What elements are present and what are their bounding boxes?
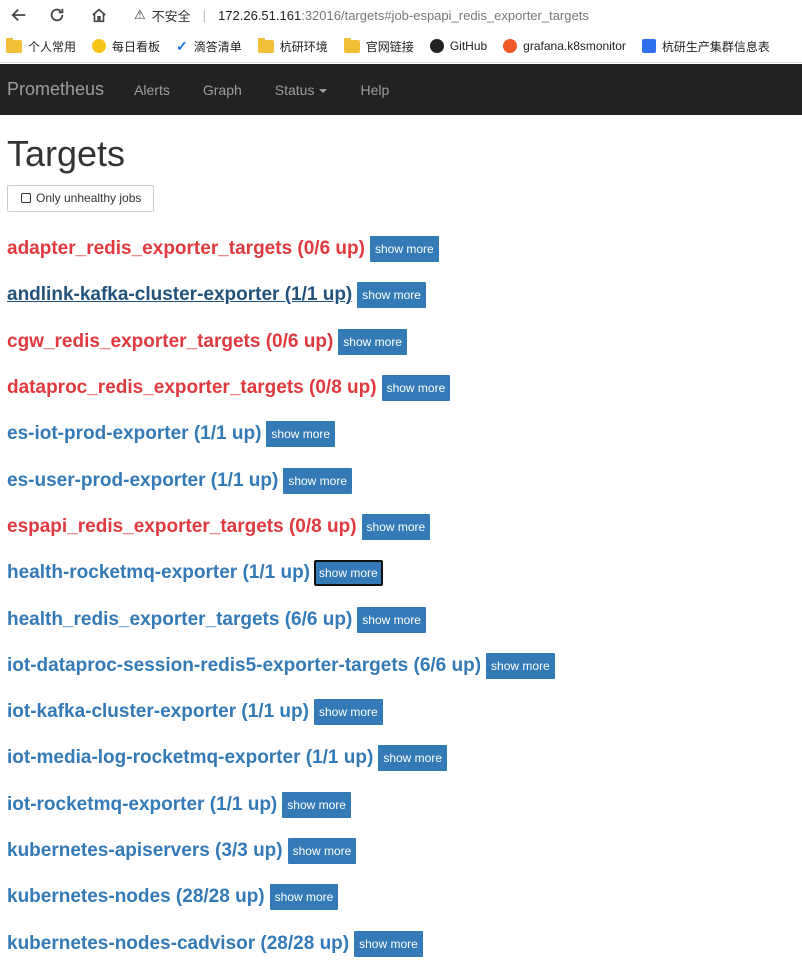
job-row: es-user-prod-exporter (1/1 up) show more [7,457,802,503]
job-row: iot-rocketmq-exporter (1/1 up) show more [7,782,802,828]
show-more-button[interactable]: show more [283,467,353,494]
page-title: Targets [7,133,126,174]
job-row: kubernetes-nodes-cadvisor (28/28 up) show… [7,920,802,966]
job-row: adapter_redis_exporter_targets (0/6 up) s… [7,226,802,272]
show-more-button[interactable]: show more [338,328,407,355]
job-title-link[interactable]: andlink-kafka-cluster-exporter (1/1 up) [7,284,352,306]
bookmark-label: 每日看板 [112,39,161,54]
job-row: kubernetes-apiservers (3/3 up) show more [7,828,802,874]
job-title-link[interactable]: kubernetes-nodes (28/28 up) [7,886,265,908]
show-more-button[interactable]: show more [266,421,336,448]
job-title-link[interactable]: kubernetes-nodes-cadvisor (28/28 up) [7,933,349,955]
job-title-link[interactable]: es-user-prod-exporter (1/1 up) [7,470,278,492]
job-title-link[interactable]: cgw_redis_exporter_targets (0/6 up) [7,331,333,353]
show-more-button[interactable]: show more [361,513,431,540]
only-unhealthy-label: Only unhealthy jobs [36,191,142,205]
bookmark-item[interactable]: GitHub [429,39,488,53]
job-title-link[interactable]: espapi_redis_exporter_targets (0/8 up) [7,516,357,538]
bookmark-item[interactable]: 个人常用 [6,37,77,55]
show-more-button[interactable]: show more [354,930,423,957]
job-title-link[interactable]: iot-dataproc-session-redis5-exporter-tar… [7,655,481,677]
bookmark-item[interactable]: ✓ 滴答清单 [176,38,242,55]
show-more-button[interactable]: show more [314,560,383,587]
bookmark-item[interactable]: grafana.k8smonitor [503,39,626,53]
show-more-button[interactable]: show more [357,282,426,309]
job-title-link[interactable]: health-rocketmq-exporter (1/1 up) [7,562,310,584]
job-title-link[interactable]: dataproc_redis_exporter_targets (0/8 up) [7,377,377,399]
bookmark-label: 个人常用 [28,39,77,54]
bookmarks-bar: 个人常用 每日看板 ✓ 滴答清单 杭研环境 官网链接 GitHub grafana… [0,30,802,63]
job-row: es-iot-prod-exporter (1/1 up) show more [7,411,802,457]
nav-help[interactable]: Help [360,82,389,98]
main-content: Targets Only unhealthy jobs adapter_redi… [0,133,802,967]
job-title-link[interactable]: kubernetes-apiservers (3/3 up) [7,840,283,862]
bookmark-item[interactable]: 每日看板 [92,38,160,55]
job-title-link[interactable]: iot-kafka-cluster-exporter (1/1 up) [7,701,309,723]
back-arrow-icon[interactable] [6,2,32,28]
address-bar[interactable]: ⚠ 不安全 | 172.26.51.161:32016/targets#job-… [134,6,589,25]
folder-icon [343,37,360,53]
reload-icon[interactable] [44,2,70,28]
show-more-button[interactable]: show more [357,606,426,633]
job-row: espapi_redis_exporter_targets (0/8 up) sh… [7,504,802,550]
job-row: kubernetes-nodes (28/28 up) show more [7,874,802,920]
bookmark-item[interactable]: 杭研环境 [257,37,328,55]
checkbox-icon [21,193,31,203]
job-row: dataproc_redis_exporter_targets (0/8 up)… [7,365,802,411]
nav-alerts[interactable]: Alerts [134,82,170,98]
browser-toolbar: ⚠ 不安全 | 172.26.51.161:32016/targets#job-… [0,0,802,30]
home-icon[interactable] [86,2,112,28]
github-icon [429,39,444,53]
address-separator: | [202,7,207,23]
warning-icon: ⚠ [134,7,146,22]
job-list: adapter_redis_exporter_targets (0/6 up) s… [7,226,802,967]
security-status: 不安全 [151,8,191,24]
brand-link[interactable]: Prometheus [7,79,104,100]
doc-icon [641,39,656,53]
bookmark-label: GitHub [449,39,488,53]
job-title-link[interactable]: iot-rocketmq-exporter (1/1 up) [7,794,277,816]
folder-icon [6,37,22,53]
bookmark-item[interactable]: 官网链接 [343,37,414,55]
kanban-icon [92,39,107,53]
job-title-link[interactable]: es-iot-prod-exporter (1/1 up) [7,423,261,445]
nav-status[interactable]: Status [275,82,328,98]
bookmark-label: grafana.k8smonitor [523,39,626,53]
url-path: :32016/targets#job-espapi_redis_exporter… [301,7,589,23]
bookmark-label: 滴答清单 [193,39,242,54]
bookmark-label: 杭研环境 [279,39,328,54]
folder-icon [257,37,274,53]
prometheus-navbar: Prometheus Alerts Graph Status Help [0,64,802,115]
show-more-button[interactable]: show more [282,791,351,818]
show-more-button[interactable]: show more [381,375,451,402]
show-more-button[interactable]: show more [287,838,357,864]
show-more-button[interactable]: show more [369,236,439,263]
job-row: andlink-kafka-cluster-exporter (1/1 up) s… [7,272,802,318]
url-host: 172.26.51.161 [218,7,302,23]
nav-graph[interactable]: Graph [203,82,242,98]
grafana-icon [503,39,518,53]
show-more-button[interactable]: show more [486,652,555,679]
show-more-button[interactable]: show more [313,699,383,726]
job-row: iot-dataproc-session-redis5-exporter-tar… [7,643,802,689]
bookmark-item[interactable]: 杭研生产集群信息表 [641,38,770,55]
job-title-link[interactable]: iot-media-log-rocketmq-exporter (1/1 up) [7,747,373,769]
check-icon: ✓ [176,37,188,54]
bookmark-label: 官网链接 [365,39,414,54]
job-title-link[interactable]: adapter_redis_exporter_targets (0/6 up) [7,238,365,260]
job-title-link[interactable]: health_redis_exporter_targets (6/6 up) [7,609,352,631]
job-row: cgw_redis_exporter_targets (0/6 up) show … [7,319,802,365]
job-row: health-rocketmq-exporter (1/1 up) show mo… [7,550,802,596]
only-unhealthy-toggle[interactable]: Only unhealthy jobs [7,185,155,212]
caret-down-icon [319,88,328,93]
bookmark-label: 杭研生产集群信息表 [661,39,770,54]
nav-status-label: Status [274,81,315,98]
show-more-button[interactable]: show more [378,745,448,772]
show-more-button[interactable]: show more [269,884,339,911]
job-row: iot-media-log-rocketmq-exporter (1/1 up)… [7,735,802,781]
job-row: health_redis_exporter_targets (6/6 up) sh… [7,596,802,642]
job-row: iot-kafka-cluster-exporter (1/1 up) show … [7,689,802,735]
